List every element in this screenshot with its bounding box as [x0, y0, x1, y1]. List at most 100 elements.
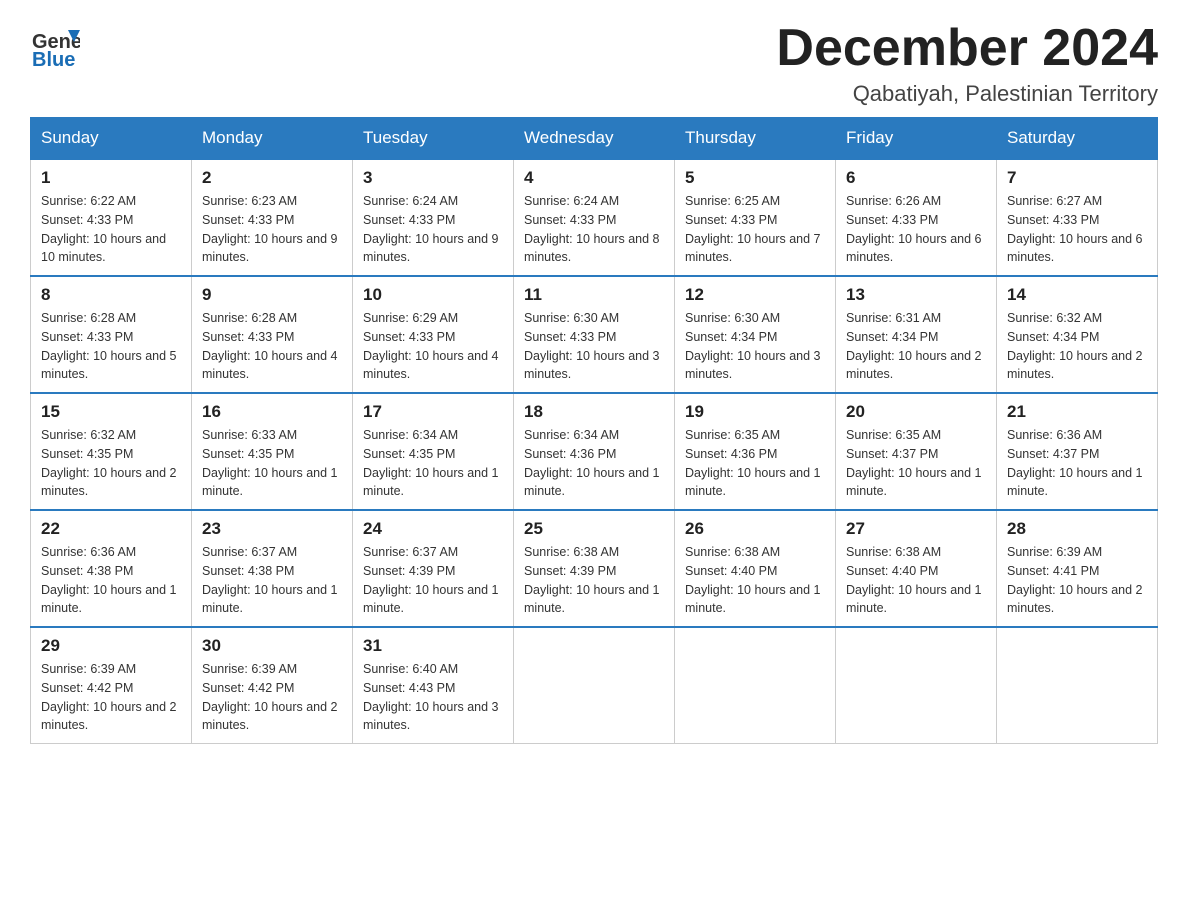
week-row-4: 22 Sunrise: 6:36 AMSunset: 4:38 PMDayligh… — [31, 510, 1158, 627]
cell-date: 8 — [41, 285, 181, 305]
cell-info: Sunrise: 6:30 AMSunset: 4:33 PMDaylight:… — [524, 309, 664, 384]
logo: General Blue — [30, 20, 80, 70]
cell-info: Sunrise: 6:31 AMSunset: 4:34 PMDaylight:… — [846, 309, 986, 384]
cell-date: 24 — [363, 519, 503, 539]
calendar-cell: 16Sunrise: 6:33 AMSunset: 4:35 PMDayligh… — [192, 393, 353, 510]
calendar-cell — [836, 627, 997, 744]
col-header-sunday: Sunday — [31, 118, 192, 160]
cell-info: Sunrise: 6:37 AMSunset: 4:38 PMDaylight:… — [202, 543, 342, 618]
calendar-cell: 19 Sunrise: 6:35 AMSunset: 4:36 PMDayligh… — [675, 393, 836, 510]
cell-date: 13 — [846, 285, 986, 305]
col-header-thursday: Thursday — [675, 118, 836, 160]
calendar-cell — [997, 627, 1158, 744]
cell-info: Sunrise: 6:25 AMSunset: 4:33 PMDaylight:… — [685, 192, 825, 267]
col-header-saturday: Saturday — [997, 118, 1158, 160]
cell-date: 10 — [363, 285, 503, 305]
calendar-cell: 26Sunrise: 6:38 AMSunset: 4:40 PMDayligh… — [675, 510, 836, 627]
calendar-cell: 30Sunrise: 6:39 AMSunset: 4:42 PMDayligh… — [192, 627, 353, 744]
cell-info: Sunrise: 6:34 AMSunset: 4:36 PMDaylight:… — [524, 426, 664, 501]
calendar-cell: 1 Sunrise: 6:22 AMSunset: 4:33 PMDaylight… — [31, 159, 192, 276]
calendar-cell: 15 Sunrise: 6:32 AMSunset: 4:35 PMDayligh… — [31, 393, 192, 510]
cell-date: 29 — [41, 636, 181, 656]
page-header: General Blue December 2024 Qabatiyah, Pa… — [30, 20, 1158, 107]
cell-info: Sunrise: 6:36 AMSunset: 4:37 PMDaylight:… — [1007, 426, 1147, 501]
cell-info: Sunrise: 6:35 AMSunset: 4:36 PMDaylight:… — [685, 426, 825, 501]
calendar-cell: 9 Sunrise: 6:28 AMSunset: 4:33 PMDaylight… — [192, 276, 353, 393]
cell-info: Sunrise: 6:36 AMSunset: 4:38 PMDaylight:… — [41, 543, 181, 618]
calendar-cell: 17 Sunrise: 6:34 AMSunset: 4:35 PMDayligh… — [353, 393, 514, 510]
calendar-cell: 22 Sunrise: 6:36 AMSunset: 4:38 PMDayligh… — [31, 510, 192, 627]
calendar-cell: 12 Sunrise: 6:30 AMSunset: 4:34 PMDayligh… — [675, 276, 836, 393]
col-header-wednesday: Wednesday — [514, 118, 675, 160]
calendar-cell: 7 Sunrise: 6:27 AMSunset: 4:33 PMDaylight… — [997, 159, 1158, 276]
cell-info: Sunrise: 6:30 AMSunset: 4:34 PMDaylight:… — [685, 309, 825, 384]
cell-date: 19 — [685, 402, 825, 422]
cell-date: 22 — [41, 519, 181, 539]
calendar-cell: 14 Sunrise: 6:32 AMSunset: 4:34 PMDayligh… — [997, 276, 1158, 393]
header-row: SundayMondayTuesdayWednesdayThursdayFrid… — [31, 118, 1158, 160]
cell-date: 27 — [846, 519, 986, 539]
cell-info: Sunrise: 6:26 AMSunset: 4:33 PMDaylight:… — [846, 192, 986, 267]
cell-info: Sunrise: 6:24 AMSunset: 4:33 PMDaylight:… — [363, 192, 503, 267]
cell-info: Sunrise: 6:35 AMSunset: 4:37 PMDaylight:… — [846, 426, 986, 501]
cell-date: 16 — [202, 402, 342, 422]
cell-date: 12 — [685, 285, 825, 305]
cell-date: 28 — [1007, 519, 1147, 539]
cell-date: 4 — [524, 168, 664, 188]
calendar-table: SundayMondayTuesdayWednesdayThursdayFrid… — [30, 117, 1158, 744]
cell-info: Sunrise: 6:24 AMSunset: 4:33 PMDaylight:… — [524, 192, 664, 267]
cell-info: Sunrise: 6:29 AMSunset: 4:33 PMDaylight:… — [363, 309, 503, 384]
cell-info: Sunrise: 6:34 AMSunset: 4:35 PMDaylight:… — [363, 426, 503, 501]
calendar-cell: 13 Sunrise: 6:31 AMSunset: 4:34 PMDayligh… — [836, 276, 997, 393]
calendar-cell: 11 Sunrise: 6:30 AMSunset: 4:33 PMDayligh… — [514, 276, 675, 393]
calendar-cell: 27 Sunrise: 6:38 AMSunset: 4:40 PMDayligh… — [836, 510, 997, 627]
cell-info: Sunrise: 6:39 AMSunset: 4:42 PMDaylight:… — [41, 660, 181, 735]
calendar-cell: 10 Sunrise: 6:29 AMSunset: 4:33 PMDayligh… — [353, 276, 514, 393]
cell-date: 1 — [41, 168, 181, 188]
week-row-3: 15 Sunrise: 6:32 AMSunset: 4:35 PMDayligh… — [31, 393, 1158, 510]
location-subtitle: Qabatiyah, Palestinian Territory — [776, 81, 1158, 107]
cell-date: 14 — [1007, 285, 1147, 305]
calendar-cell: 5 Sunrise: 6:25 AMSunset: 4:33 PMDaylight… — [675, 159, 836, 276]
calendar-cell — [675, 627, 836, 744]
cell-info: Sunrise: 6:40 AMSunset: 4:43 PMDaylight:… — [363, 660, 503, 735]
calendar-cell: 2Sunrise: 6:23 AMSunset: 4:33 PMDaylight… — [192, 159, 353, 276]
month-title: December 2024 — [776, 20, 1158, 77]
cell-date: 11 — [524, 285, 664, 305]
cell-date: 17 — [363, 402, 503, 422]
svg-text:Blue: Blue — [32, 49, 75, 70]
cell-info: Sunrise: 6:38 AMSunset: 4:40 PMDaylight:… — [846, 543, 986, 618]
cell-date: 2 — [202, 168, 342, 188]
cell-info: Sunrise: 6:38 AMSunset: 4:39 PMDaylight:… — [524, 543, 664, 618]
cell-date: 9 — [202, 285, 342, 305]
cell-info: Sunrise: 6:32 AMSunset: 4:34 PMDaylight:… — [1007, 309, 1147, 384]
calendar-cell: 8 Sunrise: 6:28 AMSunset: 4:33 PMDaylight… — [31, 276, 192, 393]
calendar-cell: 25 Sunrise: 6:38 AMSunset: 4:39 PMDayligh… — [514, 510, 675, 627]
cell-date: 15 — [41, 402, 181, 422]
calendar-cell: 28 Sunrise: 6:39 AMSunset: 4:41 PMDayligh… — [997, 510, 1158, 627]
cell-date: 30 — [202, 636, 342, 656]
cell-date: 6 — [846, 168, 986, 188]
calendar-cell — [514, 627, 675, 744]
cell-date: 5 — [685, 168, 825, 188]
calendar-cell: 6 Sunrise: 6:26 AMSunset: 4:33 PMDaylight… — [836, 159, 997, 276]
cell-date: 25 — [524, 519, 664, 539]
cell-info: Sunrise: 6:22 AMSunset: 4:33 PMDaylight:… — [41, 192, 181, 267]
title-block: December 2024 Qabatiyah, Palestinian Ter… — [776, 20, 1158, 107]
calendar-cell: 23 Sunrise: 6:37 AMSunset: 4:38 PMDayligh… — [192, 510, 353, 627]
calendar-cell: 21 Sunrise: 6:36 AMSunset: 4:37 PMDayligh… — [997, 393, 1158, 510]
cell-info: Sunrise: 6:38 AMSunset: 4:40 PMDaylight:… — [685, 543, 825, 618]
cell-info: Sunrise: 6:39 AMSunset: 4:41 PMDaylight:… — [1007, 543, 1147, 618]
cell-info: Sunrise: 6:27 AMSunset: 4:33 PMDaylight:… — [1007, 192, 1147, 267]
cell-info: Sunrise: 6:32 AMSunset: 4:35 PMDaylight:… — [41, 426, 181, 501]
cell-info: Sunrise: 6:28 AMSunset: 4:33 PMDaylight:… — [41, 309, 181, 384]
cell-date: 7 — [1007, 168, 1147, 188]
cell-date: 18 — [524, 402, 664, 422]
calendar-cell: 24Sunrise: 6:37 AMSunset: 4:39 PMDayligh… — [353, 510, 514, 627]
cell-date: 23 — [202, 519, 342, 539]
week-row-1: 1 Sunrise: 6:22 AMSunset: 4:33 PMDaylight… — [31, 159, 1158, 276]
cell-date: 21 — [1007, 402, 1147, 422]
calendar-cell: 29 Sunrise: 6:39 AMSunset: 4:42 PMDayligh… — [31, 627, 192, 744]
cell-date: 20 — [846, 402, 986, 422]
cell-info: Sunrise: 6:28 AMSunset: 4:33 PMDaylight:… — [202, 309, 342, 384]
